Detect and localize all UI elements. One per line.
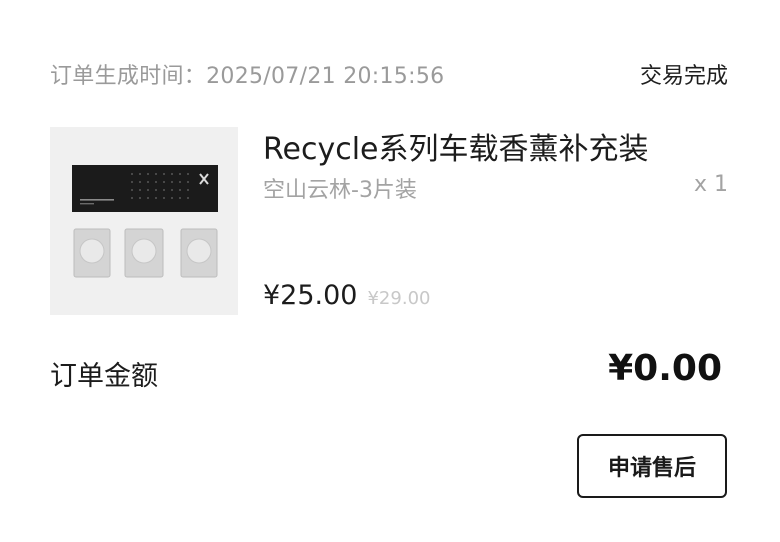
order-time: 订单生成时间：2025/07/21 20:15:56 [50,58,444,90]
product-image[interactable] [50,127,238,315]
after-sale-button[interactable]: 申请售后 [577,434,727,498]
product-original-price: ¥29.00 [367,288,431,309]
product-photo [50,127,238,315]
product-title[interactable]: Recycle系列车载香薰补充装 [263,124,649,168]
product-quantity: x 1 [693,172,728,197]
order-total-label: 订单金额 [50,361,158,392]
price-row: ¥25.00 ¥29.00 [263,280,430,311]
order-card: 订单生成时间：2025/07/21 20:15:56 交易完成 Recycle系… [0,0,780,542]
product-price: ¥25.00 [263,280,358,311]
order-time-value: 2025/07/21 20:15:56 [206,64,445,89]
product-variant: 空山云林-3片装 [263,178,417,203]
order-status: 交易完成 [639,64,728,89]
order-time-label: 订单生成时间： [50,64,207,89]
order-total-amount: ¥0.00 [608,348,722,389]
